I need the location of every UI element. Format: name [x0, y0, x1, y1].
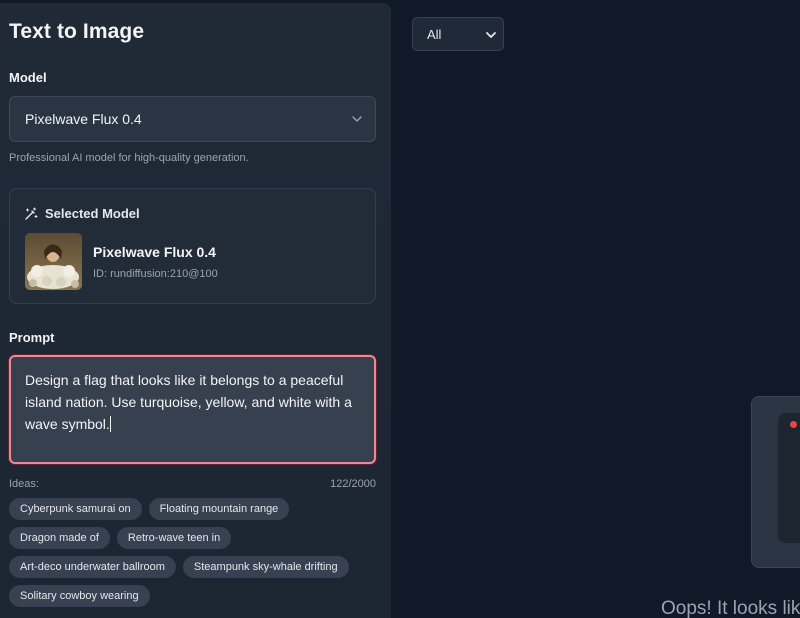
- idea-chip[interactable]: Art-deco underwater ballroom: [9, 556, 176, 578]
- filter-select-value: All: [427, 26, 442, 42]
- status-dot: [790, 421, 797, 428]
- selected-model-name: Pixelwave Flux 0.4: [93, 244, 216, 260]
- ideas-label: Ideas:: [9, 478, 39, 490]
- chevron-down-icon: [486, 32, 496, 38]
- chevron-down-icon: [352, 116, 362, 122]
- page: Text to Image Model Pixelwave Flux 0.4 P…: [0, 0, 800, 618]
- idea-chip[interactable]: Dragon made of: [9, 527, 110, 549]
- selected-model-id: ID: rundiffusion:210@100: [93, 268, 218, 280]
- character-count: 122/2000: [330, 478, 376, 490]
- model-select[interactable]: Pixelwave Flux 0.4: [9, 96, 376, 142]
- selected-model-heading-text: Selected Model: [45, 206, 140, 221]
- selected-model-heading: Selected Model: [24, 206, 140, 221]
- idea-chip[interactable]: Retro-wave teen in: [116, 527, 232, 549]
- model-select-value: Pixelwave Flux 0.4: [25, 111, 142, 127]
- preview-frame: [751, 396, 800, 568]
- filter-select[interactable]: All: [412, 17, 504, 51]
- preview-placeholder: [778, 413, 800, 543]
- magic-wand-icon: [25, 206, 38, 220]
- idea-chip[interactable]: Floating mountain range: [148, 498, 290, 520]
- selected-model-card: Selected Model Pixelwave Flux 0.4 ID: ru…: [9, 188, 376, 304]
- model-thumbnail: [25, 233, 82, 290]
- prompt-textarea[interactable]: Design a flag that looks like it belongs…: [9, 355, 376, 464]
- model-label: Model: [9, 70, 47, 85]
- idea-chip[interactable]: Steampunk sky-whale drifting: [182, 556, 349, 578]
- model-description: Professional AI model for high-quality g…: [9, 152, 249, 164]
- generation-panel: Text to Image Model Pixelwave Flux 0.4 P…: [0, 3, 391, 618]
- prompt-label: Prompt: [9, 330, 55, 345]
- idea-chips: Cyberpunk samurai on Floating mountain r…: [9, 498, 381, 607]
- idea-chip[interactable]: Solitary cowboy wearing: [9, 585, 150, 607]
- idea-chip[interactable]: Cyberpunk samurai on: [9, 498, 142, 520]
- page-title: Text to Image: [9, 20, 145, 43]
- error-message: Oops! It looks like: [661, 598, 800, 618]
- prompt-text: Design a flag that looks like it belongs…: [25, 372, 352, 432]
- text-caret: [109, 416, 111, 432]
